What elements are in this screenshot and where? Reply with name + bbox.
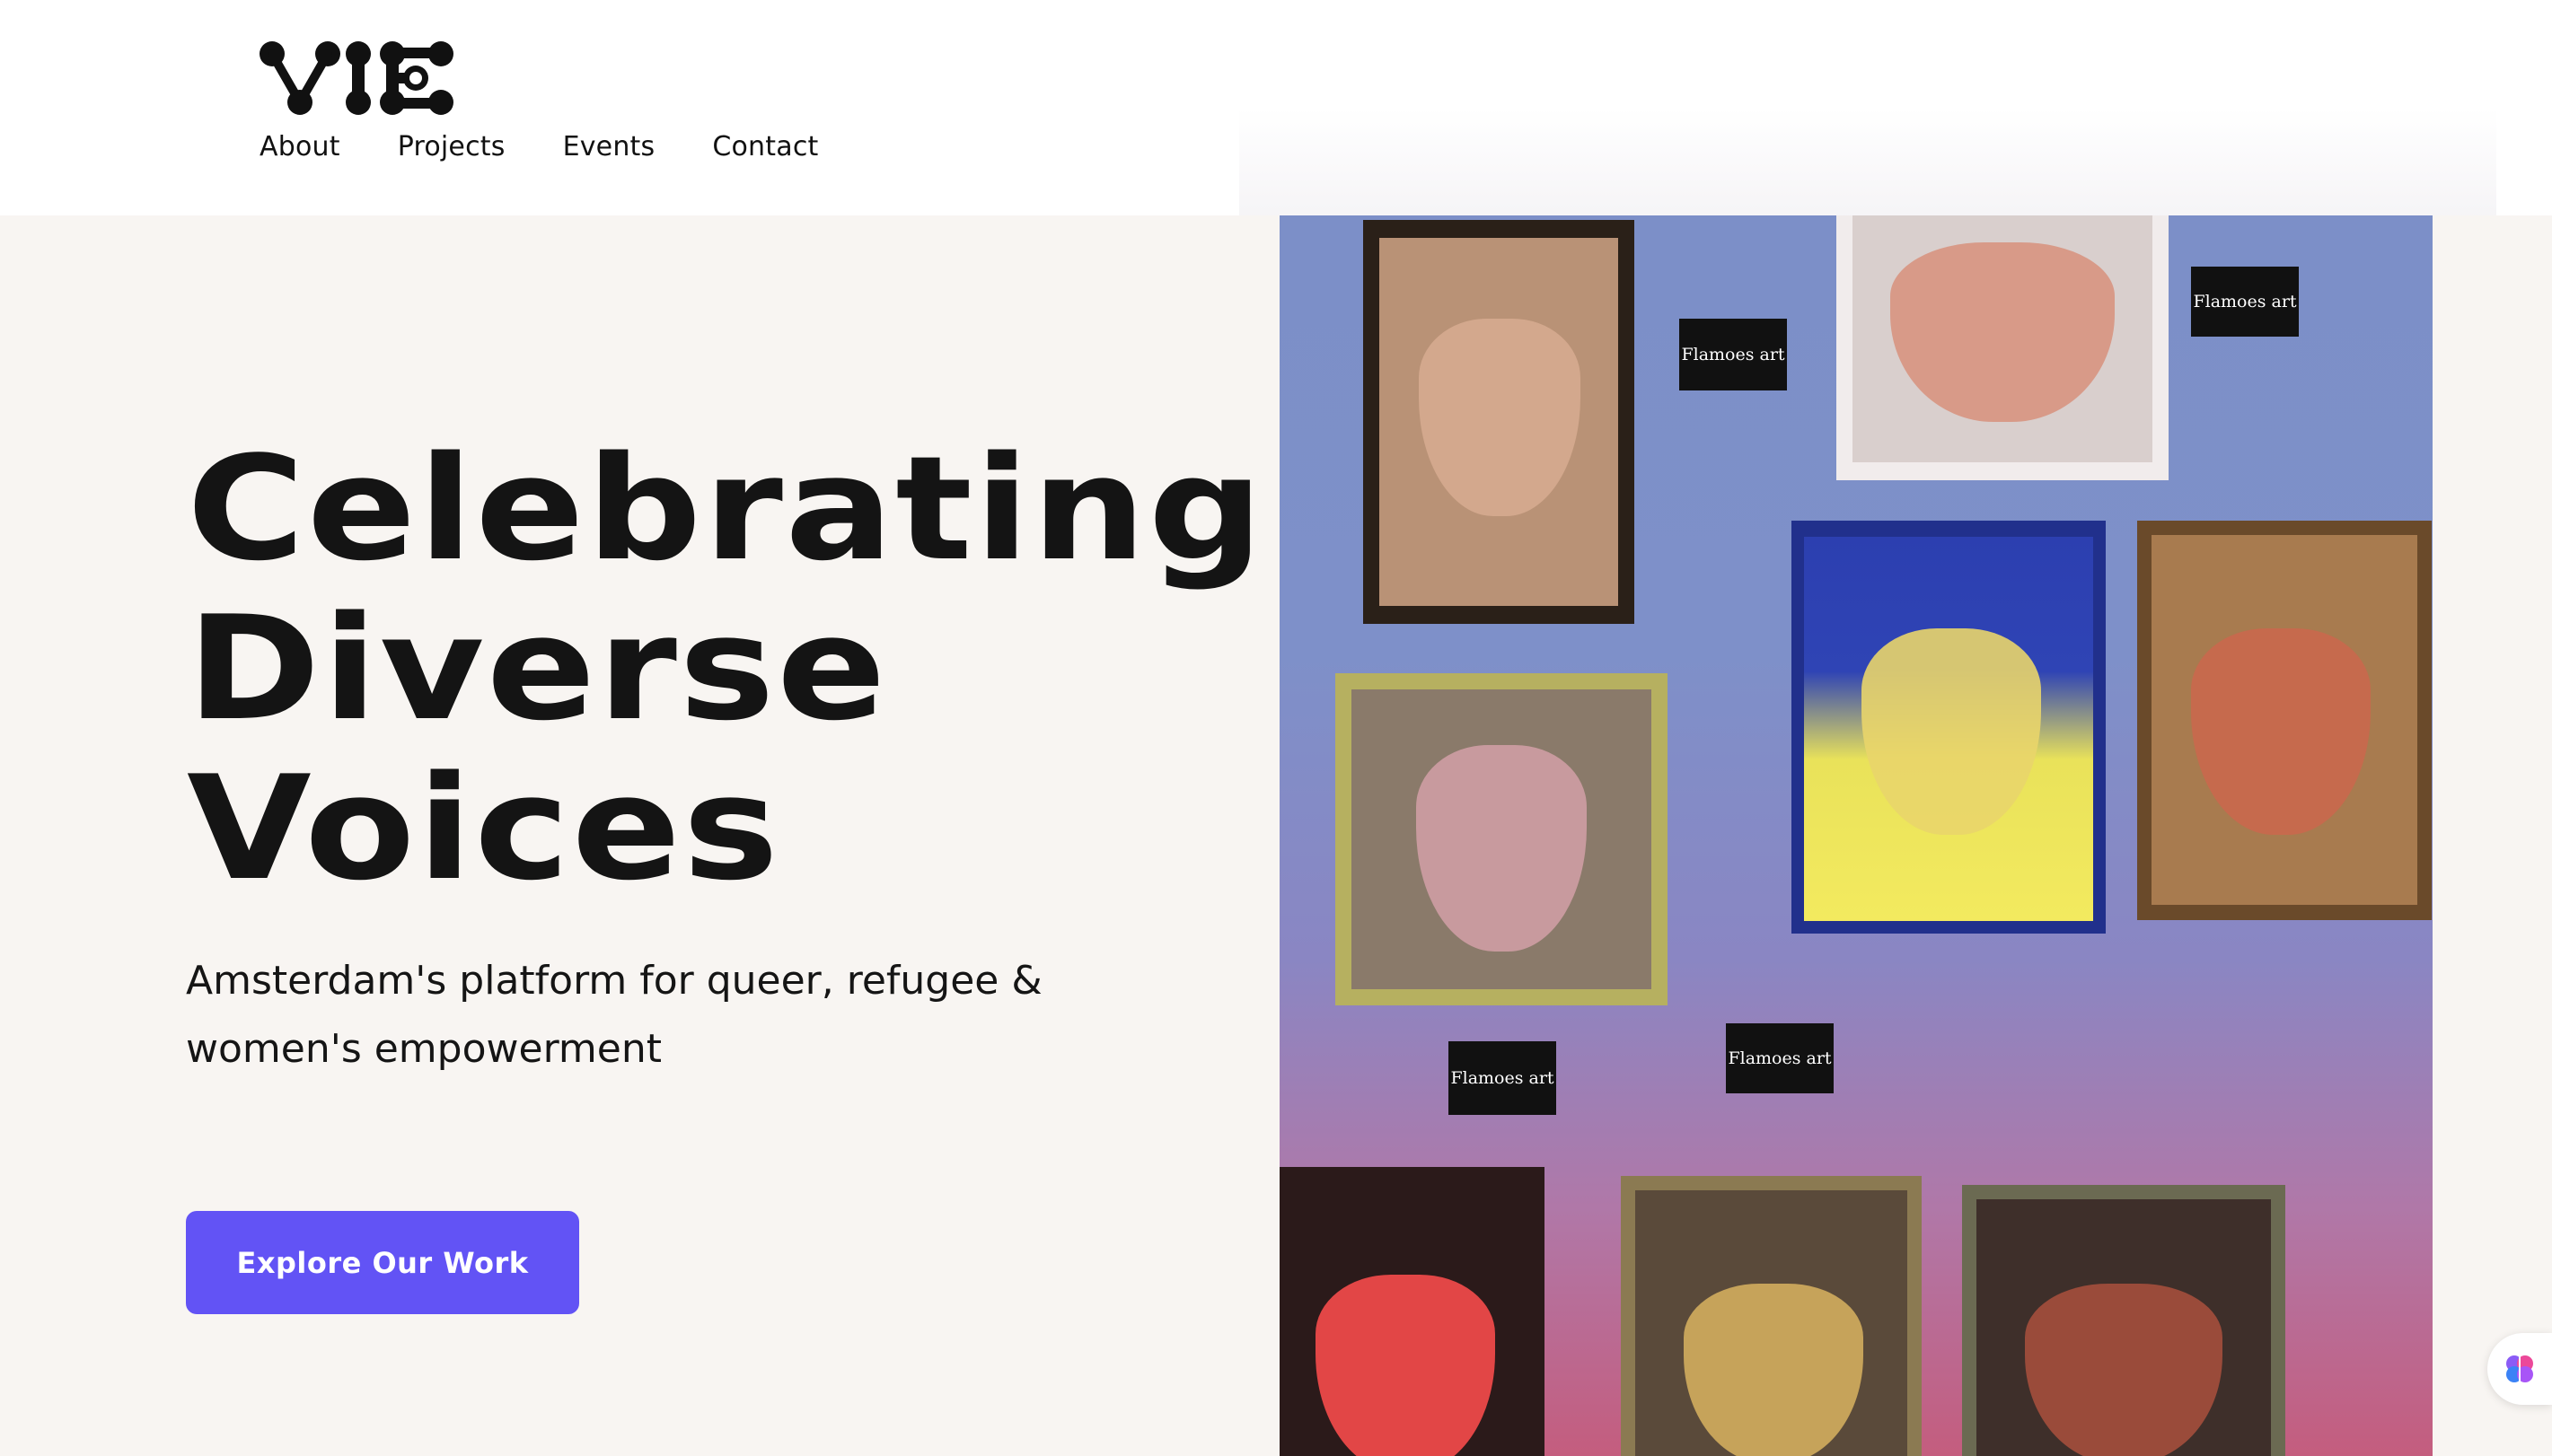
brain-icon bbox=[2506, 1355, 2533, 1382]
headline-line-2: Diverse bbox=[187, 584, 888, 752]
art-frame bbox=[2137, 521, 2432, 920]
artist-label: Flamoes art bbox=[1679, 319, 1787, 390]
vie-logo[interactable] bbox=[258, 39, 455, 117]
hero-headline-block: Celebrating Diverse Voices bbox=[187, 429, 1263, 908]
assistant-widget[interactable] bbox=[2487, 1333, 2552, 1405]
art-frame bbox=[1621, 1176, 1922, 1456]
headline-line-3: Voices bbox=[187, 744, 781, 912]
art-frame bbox=[1335, 673, 1668, 1005]
nav-contact[interactable]: Contact bbox=[712, 131, 818, 162]
hero-gallery-image: Flamoes art Flamoes art Flamoes art Flam… bbox=[1280, 215, 2433, 1456]
hero-subtitle: Amsterdam's platform for queer, refugee … bbox=[186, 958, 1043, 1072]
explore-our-work-button[interactable]: Explore Our Work bbox=[186, 1211, 579, 1314]
artist-label: Flamoes art bbox=[1448, 1041, 1556, 1115]
header-fade bbox=[1239, 108, 2496, 215]
artist-label: Flamoes art bbox=[2191, 267, 2299, 337]
art-frame bbox=[1962, 1185, 2285, 1456]
nav-projects[interactable]: Projects bbox=[398, 131, 506, 162]
nav-about[interactable]: About bbox=[260, 131, 340, 162]
artist-label: Flamoes art bbox=[1726, 1023, 1834, 1093]
main-nav: About Projects Events Contact bbox=[260, 131, 818, 162]
art-frame bbox=[1280, 1167, 1544, 1456]
hero-headline: Celebrating Diverse Voices bbox=[187, 429, 1374, 908]
nav-events[interactable]: Events bbox=[563, 131, 656, 162]
headline-line-1: Celebrating bbox=[187, 425, 1266, 592]
site-header: About Projects Events Contact bbox=[0, 0, 2552, 215]
art-frame bbox=[1363, 220, 1634, 624]
art-frame bbox=[1836, 215, 2169, 480]
art-frame bbox=[1791, 521, 2106, 934]
